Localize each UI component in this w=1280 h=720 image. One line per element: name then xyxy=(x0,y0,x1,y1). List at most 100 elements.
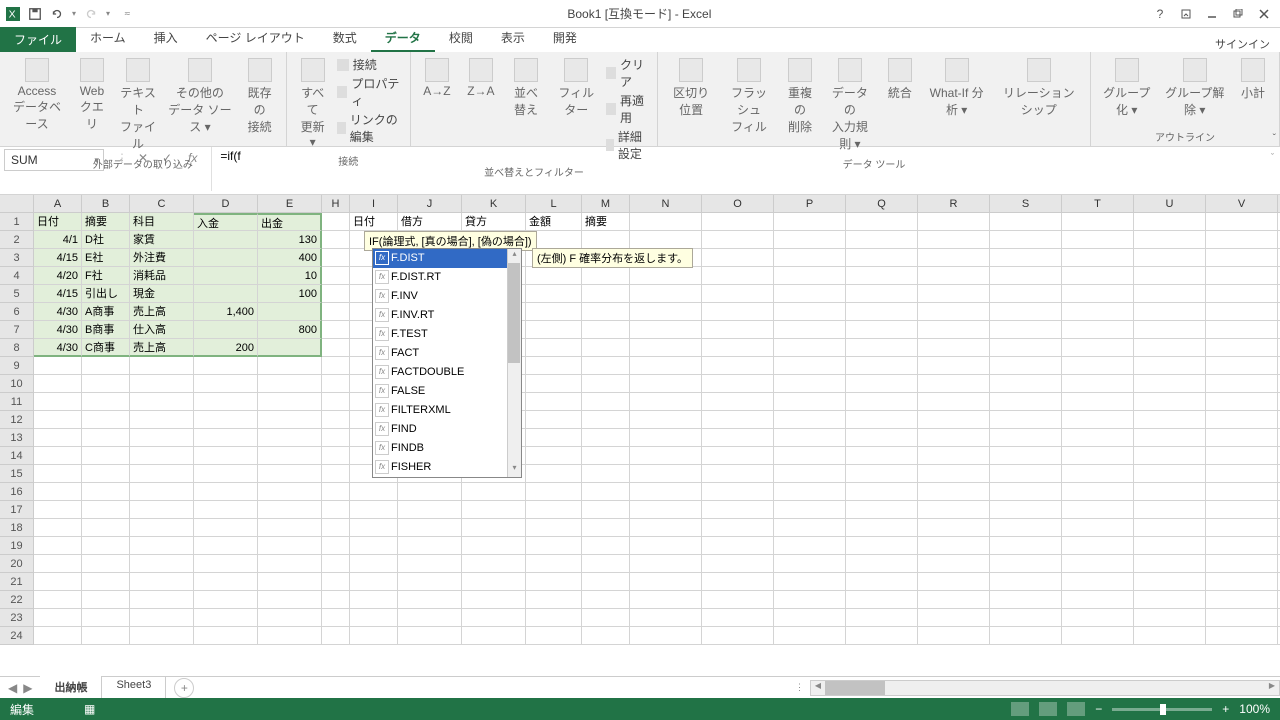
cell[interactable] xyxy=(194,573,258,591)
cell[interactable] xyxy=(630,375,702,393)
cell[interactable] xyxy=(630,537,702,555)
cell[interactable] xyxy=(34,609,82,627)
cell[interactable] xyxy=(774,483,846,501)
worksheet-grid[interactable]: ABCDEHIJKLMNOPQRSTUVW 1日付摘要科目入金出金日付借方貸方金… xyxy=(0,195,1280,671)
cell[interactable] xyxy=(462,483,526,501)
cell[interactable] xyxy=(990,393,1062,411)
cell[interactable] xyxy=(990,609,1062,627)
cell[interactable] xyxy=(194,231,258,249)
formula-autocomplete[interactable]: F.DISTF.DIST.RTF.INVF.INV.RTF.TESTFACTFA… xyxy=(372,248,522,478)
cell[interactable]: 仕入高 xyxy=(130,321,194,339)
cell[interactable] xyxy=(918,465,990,483)
cell[interactable] xyxy=(82,555,130,573)
cell[interactable] xyxy=(630,321,702,339)
cell[interactable] xyxy=(918,393,990,411)
cell[interactable] xyxy=(258,357,322,375)
cell[interactable]: 外注費 xyxy=(130,249,194,267)
cell[interactable] xyxy=(918,231,990,249)
cell[interactable] xyxy=(322,447,350,465)
autocomplete-item[interactable]: FINDB xyxy=(373,439,521,458)
cell[interactable] xyxy=(194,555,258,573)
cell[interactable] xyxy=(398,609,462,627)
cell[interactable] xyxy=(774,465,846,483)
cell[interactable] xyxy=(194,465,258,483)
cell[interactable] xyxy=(130,375,194,393)
cell[interactable] xyxy=(990,285,1062,303)
autocomplete-item[interactable]: FACTDOUBLE xyxy=(373,363,521,382)
cell[interactable] xyxy=(630,501,702,519)
cell[interactable] xyxy=(526,393,582,411)
cell[interactable] xyxy=(130,519,194,537)
close-icon[interactable] xyxy=(1252,4,1276,24)
ribbon-button[interactable]: 区切り位置 xyxy=(664,56,718,120)
row-header[interactable]: 10 xyxy=(0,375,34,393)
cell[interactable] xyxy=(846,285,918,303)
cell[interactable] xyxy=(34,501,82,519)
cell[interactable] xyxy=(1206,537,1278,555)
cell[interactable] xyxy=(582,393,630,411)
cell[interactable] xyxy=(774,249,846,267)
cell[interactable] xyxy=(1062,537,1134,555)
cell[interactable] xyxy=(350,537,398,555)
cell[interactable] xyxy=(846,303,918,321)
cell[interactable] xyxy=(630,483,702,501)
cell[interactable] xyxy=(526,573,582,591)
cell[interactable] xyxy=(990,537,1062,555)
cell[interactable] xyxy=(846,537,918,555)
cell[interactable] xyxy=(1134,339,1206,357)
cell[interactable] xyxy=(1206,321,1278,339)
cell[interactable] xyxy=(322,285,350,303)
cell[interactable] xyxy=(582,231,630,249)
cell[interactable] xyxy=(846,357,918,375)
cell[interactable] xyxy=(1062,249,1134,267)
cell[interactable]: 4/1 xyxy=(34,231,82,249)
column-header[interactable]: A xyxy=(34,195,82,213)
cell[interactable] xyxy=(350,573,398,591)
cell[interactable] xyxy=(630,357,702,375)
cell[interactable] xyxy=(582,465,630,483)
cell[interactable] xyxy=(990,627,1062,645)
cell[interactable] xyxy=(526,321,582,339)
cell[interactable] xyxy=(774,231,846,249)
cell[interactable] xyxy=(82,591,130,609)
cell[interactable] xyxy=(322,591,350,609)
cell[interactable] xyxy=(702,501,774,519)
cell[interactable] xyxy=(258,573,322,591)
row-header[interactable]: 12 xyxy=(0,411,34,429)
column-header[interactable]: D xyxy=(194,195,258,213)
cell[interactable] xyxy=(846,321,918,339)
cell[interactable] xyxy=(194,357,258,375)
ribbon-button[interactable]: データの入力規則 ▾ xyxy=(824,56,876,154)
cell[interactable]: 4/30 xyxy=(34,321,82,339)
cell[interactable] xyxy=(582,591,630,609)
add-sheet-button[interactable]: + xyxy=(174,678,194,698)
cell[interactable] xyxy=(918,537,990,555)
cell[interactable]: 借方 xyxy=(398,213,462,231)
cell[interactable] xyxy=(630,519,702,537)
cell[interactable] xyxy=(526,429,582,447)
cell[interactable] xyxy=(846,573,918,591)
cell[interactable] xyxy=(1062,357,1134,375)
cell[interactable] xyxy=(1134,555,1206,573)
cell[interactable] xyxy=(194,375,258,393)
cell[interactable] xyxy=(630,591,702,609)
autocomplete-item[interactable]: F.INV xyxy=(373,287,521,306)
column-header[interactable]: J xyxy=(398,195,462,213)
cell[interactable] xyxy=(462,537,526,555)
cell[interactable] xyxy=(82,447,130,465)
cell[interactable] xyxy=(526,339,582,357)
cell[interactable]: 売上高 xyxy=(130,339,194,357)
cell[interactable] xyxy=(82,537,130,555)
cell[interactable] xyxy=(702,357,774,375)
cell[interactable] xyxy=(34,483,82,501)
cell[interactable] xyxy=(526,357,582,375)
cell[interactable] xyxy=(350,591,398,609)
cell[interactable] xyxy=(1206,573,1278,591)
tab-ホーム[interactable]: ホーム xyxy=(76,25,140,52)
column-header[interactable]: P xyxy=(774,195,846,213)
sheet-next-icon[interactable]: ▶ xyxy=(23,681,32,695)
cell[interactable] xyxy=(846,231,918,249)
cell[interactable] xyxy=(1206,501,1278,519)
cell[interactable] xyxy=(582,519,630,537)
cell[interactable] xyxy=(1062,519,1134,537)
